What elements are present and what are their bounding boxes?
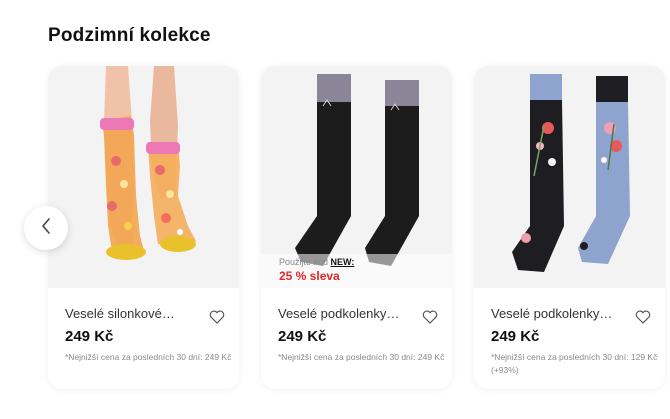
heart-icon[interactable] [635, 310, 651, 324]
product-card[interactable]: Použijte kód NEW: 25 % sleva Veselé podk… [261, 66, 452, 389]
product-name[interactable]: Veselé podkolenky… [491, 306, 621, 321]
product-image[interactable] [474, 66, 665, 288]
heart-icon[interactable] [422, 310, 438, 324]
section-title: Podzimní kolekce [48, 25, 211, 46]
promo-discount: 25 % sleva [279, 269, 340, 283]
heart-icon[interactable] [209, 310, 225, 324]
product-name[interactable]: Veselé podkolenky… [278, 306, 408, 321]
chevron-left-icon [40, 217, 52, 240]
floral-sheer-socks-image [48, 66, 239, 288]
product-price: 249 Kč [491, 328, 540, 345]
carousel-prev-button[interactable] [24, 206, 68, 250]
product-price: 249 Kč [278, 328, 327, 345]
promo-code: NEW: [330, 257, 355, 267]
lowest-price-note: *Nejnižší cena za posledních 30 dní: 249… [278, 352, 445, 362]
product-card[interactable]: Veselé podkolenky… 249 Kč *Nejnižší cena… [474, 66, 665, 389]
lowest-price-note: *Nejnižší cena za posledních 30 dní: 129… [491, 352, 658, 375]
product-card[interactable]: Veselé silonkové… 249 Kč *Nejnižší cena … [48, 66, 239, 389]
floral-odd-knee-socks-image [474, 66, 665, 288]
product-image[interactable] [48, 66, 239, 288]
promo-text: Použijte kód NEW: [279, 257, 355, 267]
lowest-price-note: *Nejnižší cena za posledních 30 dní: 249… [65, 352, 232, 362]
product-name[interactable]: Veselé silonkové… [65, 306, 195, 321]
product-price: 249 Kč [65, 328, 114, 345]
